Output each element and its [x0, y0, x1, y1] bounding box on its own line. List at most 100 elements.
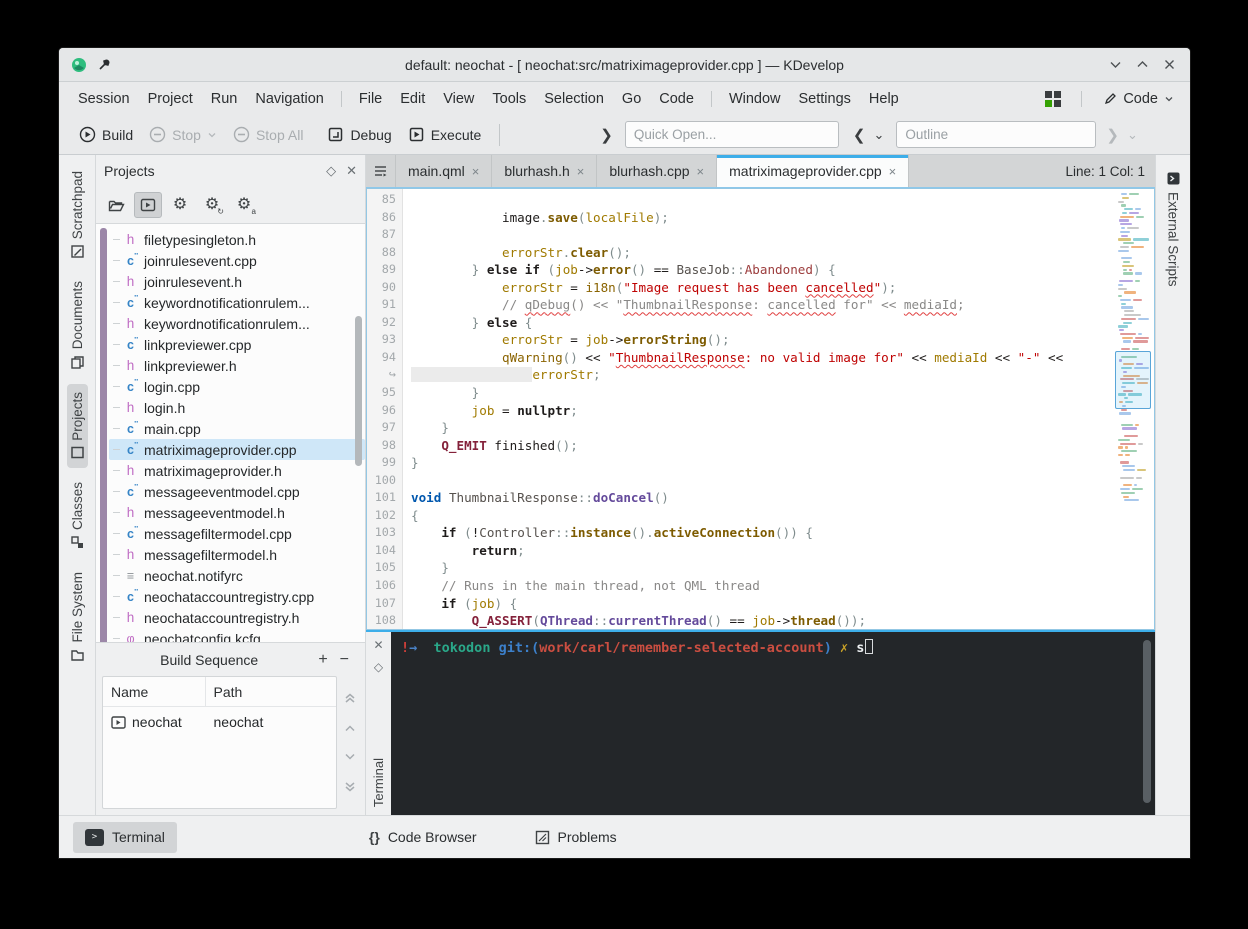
- move-bottom-icon[interactable]: [343, 781, 357, 793]
- terminal-screen[interactable]: !→ tokodon git:(work/carl/remember-selec…: [391, 632, 1155, 815]
- titlebar[interactable]: default: neochat - [ neochat:src/matrixi…: [59, 48, 1190, 82]
- tree-item-linkpreviewer-h[interactable]: hlinkpreviewer.h: [109, 355, 365, 376]
- close-tab-icon[interactable]: ×: [889, 164, 897, 179]
- minimap-line: [1118, 257, 1149, 259]
- code-line: 107 if (job) {: [367, 595, 1154, 613]
- open-project-icon[interactable]: [102, 192, 130, 218]
- add-build-item-button[interactable]: +: [312, 651, 333, 669]
- table-row[interactable]: neochatneochat: [103, 707, 336, 737]
- move-up-icon[interactable]: [343, 724, 357, 733]
- menu-item-tools[interactable]: Tools: [483, 86, 535, 112]
- editor-tab-main-qml[interactable]: main.qml×: [396, 155, 492, 187]
- tree-item-messagefiltermodel-cpp[interactable]: c··messagefiltermodel.cpp: [109, 523, 365, 544]
- code-text[interactable]: 85 86 image.save(localFile);87 88 errorS…: [367, 189, 1154, 629]
- close-icon[interactable]: [1163, 58, 1176, 71]
- close-icon[interactable]: ✕: [346, 163, 357, 179]
- outline-more-button[interactable]: ⌄: [1123, 127, 1142, 143]
- quick-open-forward-button[interactable]: ❯: [596, 126, 617, 144]
- line-number: 86: [367, 209, 403, 227]
- outline-forward-button[interactable]: ❯: [1102, 126, 1123, 144]
- tree-scrollbar[interactable]: [355, 316, 362, 466]
- tree-item-messagefiltermodel-h[interactable]: hmessagefiltermodel.h: [109, 544, 365, 565]
- column-header-path[interactable]: Path: [206, 684, 251, 700]
- sidebar-item-documents[interactable]: Documents: [67, 273, 88, 377]
- code-view[interactable]: 85 86 image.save(localFile);87 88 errorS…: [366, 188, 1155, 630]
- menu-item-settings[interactable]: Settings: [790, 86, 860, 112]
- move-down-icon[interactable]: [343, 752, 357, 761]
- tree-item-login-cpp[interactable]: c··login.cpp: [109, 376, 365, 397]
- tree-item-messageeventmodel-cpp[interactable]: c··messageeventmodel.cpp: [109, 481, 365, 502]
- maximize-icon[interactable]: [1136, 58, 1149, 71]
- stop-all-button[interactable]: Stop All: [225, 121, 311, 148]
- project-settings-icon[interactable]: ⚙a: [230, 192, 258, 218]
- column-header-name[interactable]: Name: [103, 677, 206, 706]
- outline-dropdown-button[interactable]: ⌄: [869, 127, 888, 143]
- move-top-icon[interactable]: [343, 692, 357, 704]
- outline-back-button[interactable]: ❮: [849, 126, 870, 144]
- tree-item-main-cpp[interactable]: c··main.cpp: [109, 418, 365, 439]
- document-list-icon[interactable]: [366, 155, 396, 187]
- tree-item-messageeventmodel-h[interactable]: hmessageeventmodel.h: [109, 502, 365, 523]
- pin-icon[interactable]: [97, 58, 111, 72]
- remove-build-item-button[interactable]: −: [334, 651, 355, 669]
- menu-item-project[interactable]: Project: [139, 86, 202, 112]
- close-tab-icon[interactable]: ×: [697, 164, 705, 179]
- quick-open-input[interactable]: [625, 121, 839, 148]
- tree-item-matriximageprovider-h[interactable]: hmatriximageprovider.h: [109, 460, 365, 481]
- outline-input[interactable]: [896, 121, 1096, 148]
- tree-item-keywordnotificationrulem[interactable]: c··keywordnotificationrulem...: [109, 292, 365, 313]
- working-area-icon[interactable]: [1045, 91, 1061, 107]
- tree-item-neochataccountregistry-cpp[interactable]: c··neochataccountregistry.cpp: [109, 586, 365, 607]
- debug-button[interactable]: Debug: [319, 121, 399, 148]
- editor-tab-matriximageprovider-cpp[interactable]: matriximageprovider.cpp×: [717, 155, 909, 187]
- configure-icon[interactable]: ⚙: [166, 192, 194, 218]
- menu-item-selection[interactable]: Selection: [535, 86, 613, 112]
- editor-tab-blurhash-h[interactable]: blurhash.h×: [492, 155, 597, 187]
- tree-item-neochataccountregistry-h[interactable]: hneochataccountregistry.h: [109, 607, 365, 628]
- tree-item-joinrulesevent-cpp[interactable]: c··joinrulesevent.cpp: [109, 250, 365, 271]
- sidebar-item-scratchpad[interactable]: Scratchpad: [67, 163, 88, 267]
- close-tab-icon[interactable]: ×: [472, 164, 480, 179]
- run-configuration-icon[interactable]: [134, 192, 162, 218]
- menu-item-navigation[interactable]: Navigation: [246, 86, 333, 112]
- menu-item-code[interactable]: Code: [650, 86, 703, 112]
- tree-item-neochatconfig-kcfg[interactable]: φneochatconfig.kcfg: [109, 628, 365, 643]
- menu-item-window[interactable]: Window: [720, 86, 790, 112]
- float-icon[interactable]: ◇: [326, 163, 336, 179]
- build-button[interactable]: Build: [71, 121, 141, 148]
- tree-item-neochat-notifyrc[interactable]: ≡neochat.notifyrc: [109, 565, 365, 586]
- menu-item-view[interactable]: View: [434, 86, 483, 112]
- float-icon[interactable]: ◇: [374, 660, 383, 674]
- tree-item-filetypesingleton-h[interactable]: hfiletypesingleton.h: [109, 229, 365, 250]
- tree-item-login-h[interactable]: hlogin.h: [109, 397, 365, 418]
- sidebar-item-projects[interactable]: Projects: [67, 384, 88, 469]
- build-sequence-table: Name Path neochatneochat: [102, 676, 337, 809]
- tree-item-keywordnotificationrulem[interactable]: hkeywordnotificationrulem...: [109, 313, 365, 334]
- terminal-scrollbar[interactable]: [1143, 640, 1151, 803]
- tree-item-joinrulesevent-h[interactable]: hjoinrulesevent.h: [109, 271, 365, 292]
- minimize-icon[interactable]: [1109, 58, 1122, 71]
- bottom-tab-terminal[interactable]: >Terminal: [73, 822, 177, 853]
- sidebar-item-external-scripts[interactable]: External Scripts: [1163, 165, 1184, 293]
- tree-item-linkpreviewer-cpp[interactable]: c··linkpreviewer.cpp: [109, 334, 365, 355]
- sidebar-item-file-system[interactable]: File System: [67, 564, 88, 671]
- execute-button[interactable]: Execute: [400, 121, 490, 148]
- sidebar-item-classes[interactable]: Classes: [67, 474, 88, 558]
- stop-button[interactable]: Stop: [141, 121, 225, 148]
- menu-item-file[interactable]: File: [350, 86, 391, 112]
- menu-item-run[interactable]: Run: [202, 86, 247, 112]
- editor-tab-blurhash-cpp[interactable]: blurhash.cpp×: [597, 155, 717, 187]
- perspective-selector[interactable]: Code: [1098, 87, 1180, 111]
- bottom-tab-problems[interactable]: Problems: [523, 822, 629, 852]
- menu-item-help[interactable]: Help: [860, 86, 908, 112]
- menu-item-edit[interactable]: Edit: [391, 86, 434, 112]
- minimap[interactable]: [1118, 193, 1149, 625]
- menu-item-go[interactable]: Go: [613, 86, 650, 112]
- bottom-tab-code-browser[interactable]: {}Code Browser: [357, 822, 489, 852]
- tree-item-matriximageprovider-cpp[interactable]: c··matriximageprovider.cpp: [109, 439, 365, 460]
- close-tab-icon[interactable]: ×: [577, 164, 585, 179]
- close-icon[interactable]: ✕: [373, 638, 383, 652]
- minimap-viewport[interactable]: [1115, 351, 1151, 409]
- menu-item-session[interactable]: Session: [69, 86, 139, 112]
- build-settings-icon[interactable]: ⚙↻: [198, 192, 226, 218]
